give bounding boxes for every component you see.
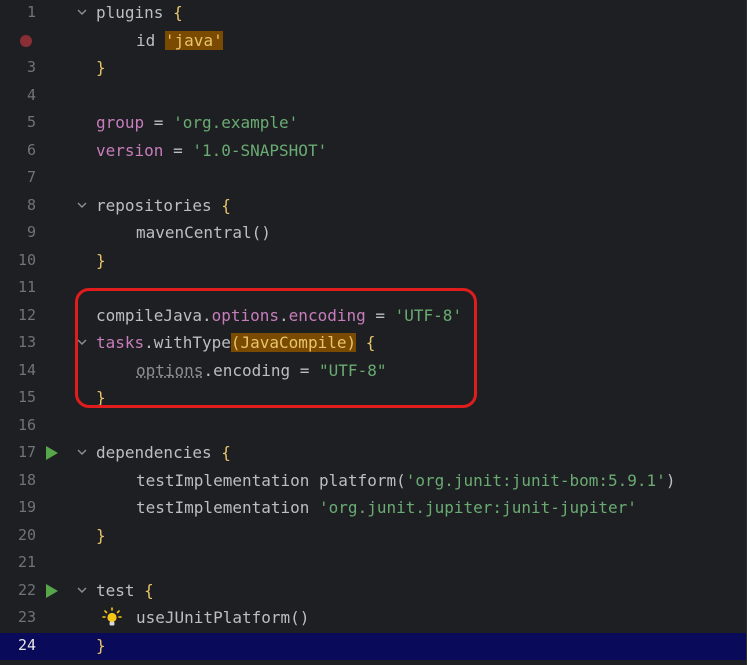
code-text[interactable]: version = '1.0-SNAPSHOT' [96, 140, 327, 162]
code-text[interactable]: repositories { [96, 195, 231, 217]
code-token: = [144, 113, 174, 132]
code-token: mavenCentral() [136, 223, 271, 242]
line-number[interactable]: 6 [0, 141, 36, 159]
line-number[interactable]: 10 [0, 251, 36, 269]
code-line[interactable]: 8 repositories { [0, 193, 747, 221]
line-number[interactable]: 5 [0, 113, 36, 131]
code-text[interactable]: } [96, 525, 106, 547]
code-token: testImplementation [136, 498, 320, 517]
code-token: { [221, 443, 231, 462]
code-line[interactable]: 7 [0, 165, 747, 193]
code-token: group [96, 113, 145, 132]
line-number[interactable]: 15 [0, 388, 36, 406]
line-number[interactable]: 12 [0, 306, 36, 324]
line-number[interactable]: 14 [0, 361, 36, 379]
code-line[interactable]: 9 mavenCentral() [0, 220, 747, 248]
code-line[interactable]: 18 testImplementation platform('org.junit… [0, 468, 747, 496]
code-line[interactable]: 5 group = 'org.example' [0, 110, 747, 138]
code-token: repositories [96, 195, 222, 215]
code-line[interactable]: 20} [0, 523, 747, 551]
code-token: 'org.example' [173, 113, 299, 132]
code-text[interactable]: dependencies { [96, 442, 231, 464]
line-number[interactable]: 1 [0, 3, 36, 21]
code-token: '1.0-SNAPSHOT' [192, 140, 328, 160]
line-number[interactable]: 17 [0, 443, 36, 461]
line-number[interactable]: 19 [0, 498, 36, 516]
line-number[interactable]: 16 [0, 416, 36, 434]
code-text[interactable]: } [96, 635, 106, 657]
code-line[interactable]: 19 testImplementation 'org.junit.jupiter:… [0, 495, 747, 523]
chevron-down-icon[interactable] [76, 6, 88, 18]
code-line[interactable]: 6 version = '1.0-SNAPSHOT' [0, 138, 747, 166]
line-number[interactable]: 21 [0, 553, 36, 571]
code-text[interactable]: group = 'org.example' [96, 112, 298, 134]
code-line[interactable]: 16 [0, 413, 747, 441]
breakpoint-icon[interactable] [20, 34, 32, 47]
code-token: useJUnitPlatform() [136, 608, 310, 627]
code-token: { [144, 580, 154, 600]
line-number[interactable]: 11 [0, 278, 36, 296]
code-token: testImplementation platform( [136, 470, 406, 490]
code-token: plugins [96, 3, 174, 22]
code-line[interactable]: 17 dependencies { [0, 440, 747, 468]
code-token: } [96, 635, 106, 655]
code-token: id [136, 30, 165, 50]
code-line[interactable]: 22 test { [0, 578, 747, 606]
code-token: } [96, 58, 106, 77]
code-line[interactable]: 23 useJUnitPlatform() [0, 605, 747, 633]
chevron-down-icon[interactable] [76, 199, 88, 211]
line-number[interactable]: 8 [0, 196, 36, 214]
line-number[interactable]: 7 [0, 168, 36, 186]
code-text[interactable]: testImplementation 'org.junit.jupiter:ju… [96, 497, 637, 519]
code-text[interactable]: test { [96, 580, 154, 602]
run-gutter-icon[interactable] [45, 583, 59, 603]
code-text[interactable]: } [96, 250, 106, 272]
red-annotation-box [75, 288, 477, 408]
line-number[interactable]: 18 [0, 471, 36, 489]
code-line[interactable]: 1 plugins { [0, 0, 747, 28]
code-line[interactable]: 4 [0, 83, 747, 111]
line-number[interactable]: 9 [0, 223, 36, 241]
code-text[interactable]: useJUnitPlatform() [96, 607, 309, 629]
code-text[interactable]: plugins { [96, 2, 183, 24]
code-token: 'org.junit:junit-bom:5.9.1' [405, 470, 666, 490]
code-token: 'java' [164, 30, 223, 50]
line-number[interactable]: 20 [0, 526, 36, 544]
code-text[interactable]: id 'java' [96, 30, 223, 52]
line-number[interactable]: 22 [0, 581, 36, 599]
line-number[interactable]: 23 [0, 608, 36, 626]
chevron-down-icon[interactable] [76, 446, 88, 458]
line-number[interactable]: 24 [0, 636, 36, 654]
code-text[interactable]: testImplementation platform('org.junit:j… [96, 470, 675, 492]
code-token: test [96, 580, 145, 600]
code-line[interactable]: 3} [0, 55, 747, 83]
run-gutter-icon[interactable] [45, 445, 59, 465]
code-text[interactable]: mavenCentral() [96, 222, 271, 244]
code-token: = [163, 140, 193, 160]
code-line[interactable]: id 'java' [0, 28, 747, 56]
code-token: } [96, 525, 106, 545]
code-text[interactable]: } [96, 57, 106, 79]
code-token: { [221, 195, 231, 215]
code-line[interactable]: 24} [0, 632, 747, 660]
code-token: ) [665, 470, 676, 490]
code-line[interactable]: 21 [0, 550, 747, 578]
line-number[interactable]: 13 [0, 333, 36, 351]
code-line[interactable]: 10} [0, 248, 747, 276]
code-token: { [173, 3, 183, 22]
code-token: } [96, 250, 106, 270]
chevron-down-icon[interactable] [76, 584, 88, 596]
code-token: 'org.junit.jupiter:junit-jupiter' [319, 498, 637, 517]
code-token: dependencies [96, 443, 222, 462]
code-token: version [96, 140, 164, 160]
line-number[interactable]: 3 [0, 58, 36, 76]
line-number[interactable]: 4 [0, 86, 36, 104]
